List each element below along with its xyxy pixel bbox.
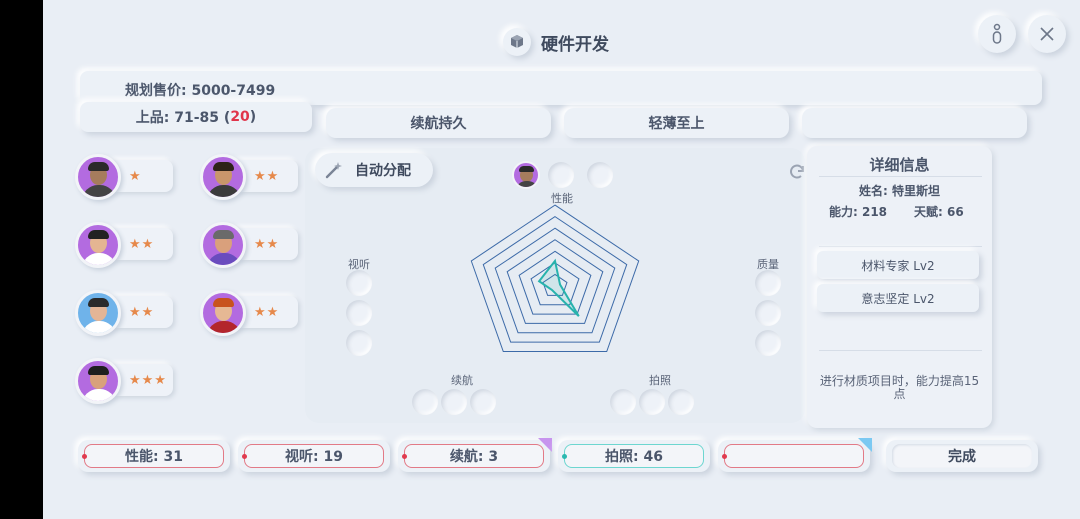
- staff-avatar: [200, 154, 246, 200]
- slot[interactable]: [346, 270, 372, 296]
- slot[interactable]: [755, 270, 781, 296]
- slot[interactable]: [346, 300, 372, 326]
- stat-chip-value: 续航: 3: [402, 444, 544, 468]
- skill-1[interactable]: 材料专家 Lv2: [817, 251, 979, 279]
- slot[interactable]: [639, 389, 665, 415]
- staff-talent: 天赋: 66: [914, 205, 964, 219]
- skill-2[interactable]: 意志坚定 Lv2: [817, 284, 979, 312]
- slot[interactable]: [755, 300, 781, 326]
- staff-card[interactable]: ★: [75, 154, 173, 200]
- slot[interactable]: [412, 389, 438, 415]
- feature-tag-1[interactable]: 续航持久: [326, 108, 551, 138]
- refresh-icon: [790, 164, 804, 179]
- magic-wand-icon: [325, 162, 342, 179]
- page-title: 硬件开发: [503, 28, 609, 56]
- detail-panel: 详细信息 姓名: 特里斯坦 能力: 218 天赋: 66 材料专家 Lv2 意志…: [807, 146, 992, 428]
- cube-icon: [503, 28, 531, 56]
- staff-avatar: [200, 290, 246, 336]
- price-label: 规划售价: 5000-7499: [125, 83, 276, 99]
- slot-row-performance: [509, 160, 617, 190]
- slot[interactable]: [548, 162, 575, 188]
- title-text: 硬件开发: [541, 34, 609, 55]
- staff-avatar: [200, 222, 246, 268]
- staff-name: 姓名: 特里斯坦: [859, 184, 940, 198]
- close-icon: [1040, 27, 1054, 41]
- assigned-staff-avatar[interactable]: [512, 161, 540, 189]
- stat-chip: 拍照: 46: [558, 440, 710, 472]
- stat-chip-value: 拍照: 46: [562, 444, 704, 468]
- stat-chip: 性能: 31: [78, 440, 230, 472]
- game-screen: 硬件开发 规划售价: 5000-7499 上品: 71-85 (20) 续航持久…: [43, 0, 1080, 519]
- close-button[interactable]: [1028, 15, 1066, 53]
- slot[interactable]: [755, 330, 781, 356]
- feature-tag-2[interactable]: 轻薄至上: [564, 108, 789, 138]
- stat-chip-value: [722, 444, 864, 468]
- slot[interactable]: [610, 389, 636, 415]
- slot[interactable]: [586, 162, 613, 188]
- slot[interactable]: [441, 389, 467, 415]
- slot[interactable]: [668, 389, 694, 415]
- staff-card[interactable]: ★★: [200, 290, 298, 336]
- finish-button[interactable]: 完成: [886, 440, 1038, 472]
- skill-description: 进行材质项目时，能力提高15点: [819, 374, 980, 401]
- staff-card[interactable]: ★★★: [75, 358, 173, 404]
- staff-avatar: [75, 290, 121, 336]
- slot-row-camera: [607, 385, 697, 419]
- finish-label: 完成: [892, 444, 1032, 468]
- stat-chip-value: 视听: 19: [242, 444, 384, 468]
- staff-avatar: [75, 222, 121, 268]
- stat-chip-value: 性能: 31: [82, 444, 224, 468]
- staff-avatar: [75, 154, 121, 200]
- stat-chip: 续航: 3: [398, 438, 552, 472]
- slot[interactable]: [346, 330, 372, 356]
- feature-tag-3[interactable]: [802, 108, 1027, 138]
- staff-avatar: [75, 358, 121, 404]
- staff-card[interactable]: ★★: [200, 222, 298, 268]
- stat-chip: 视听: 19: [238, 440, 390, 472]
- info-icon: [992, 23, 1002, 44]
- slot[interactable]: [470, 389, 496, 415]
- slot-column-audiovisual: [342, 266, 376, 360]
- staff-card[interactable]: ★★: [75, 222, 173, 268]
- staff-card[interactable]: ★★: [200, 154, 298, 200]
- slot-row-battery: [409, 385, 499, 419]
- stat-chip: [718, 438, 872, 472]
- detail-title: 详细信息: [869, 156, 930, 174]
- auto-assign-button[interactable]: 自动分配: [315, 153, 433, 187]
- auto-assign-label: 自动分配: [355, 163, 411, 179]
- quality-highlight: 20: [230, 109, 250, 125]
- staff-card[interactable]: ★★: [75, 290, 173, 336]
- info-button[interactable]: [978, 15, 1016, 53]
- slot-column-quality: [751, 266, 785, 360]
- quality-range: 上品: 71-85 (20): [80, 102, 312, 132]
- staff-ability: 能力: 218: [829, 205, 888, 219]
- radar-chart: [470, 204, 640, 352]
